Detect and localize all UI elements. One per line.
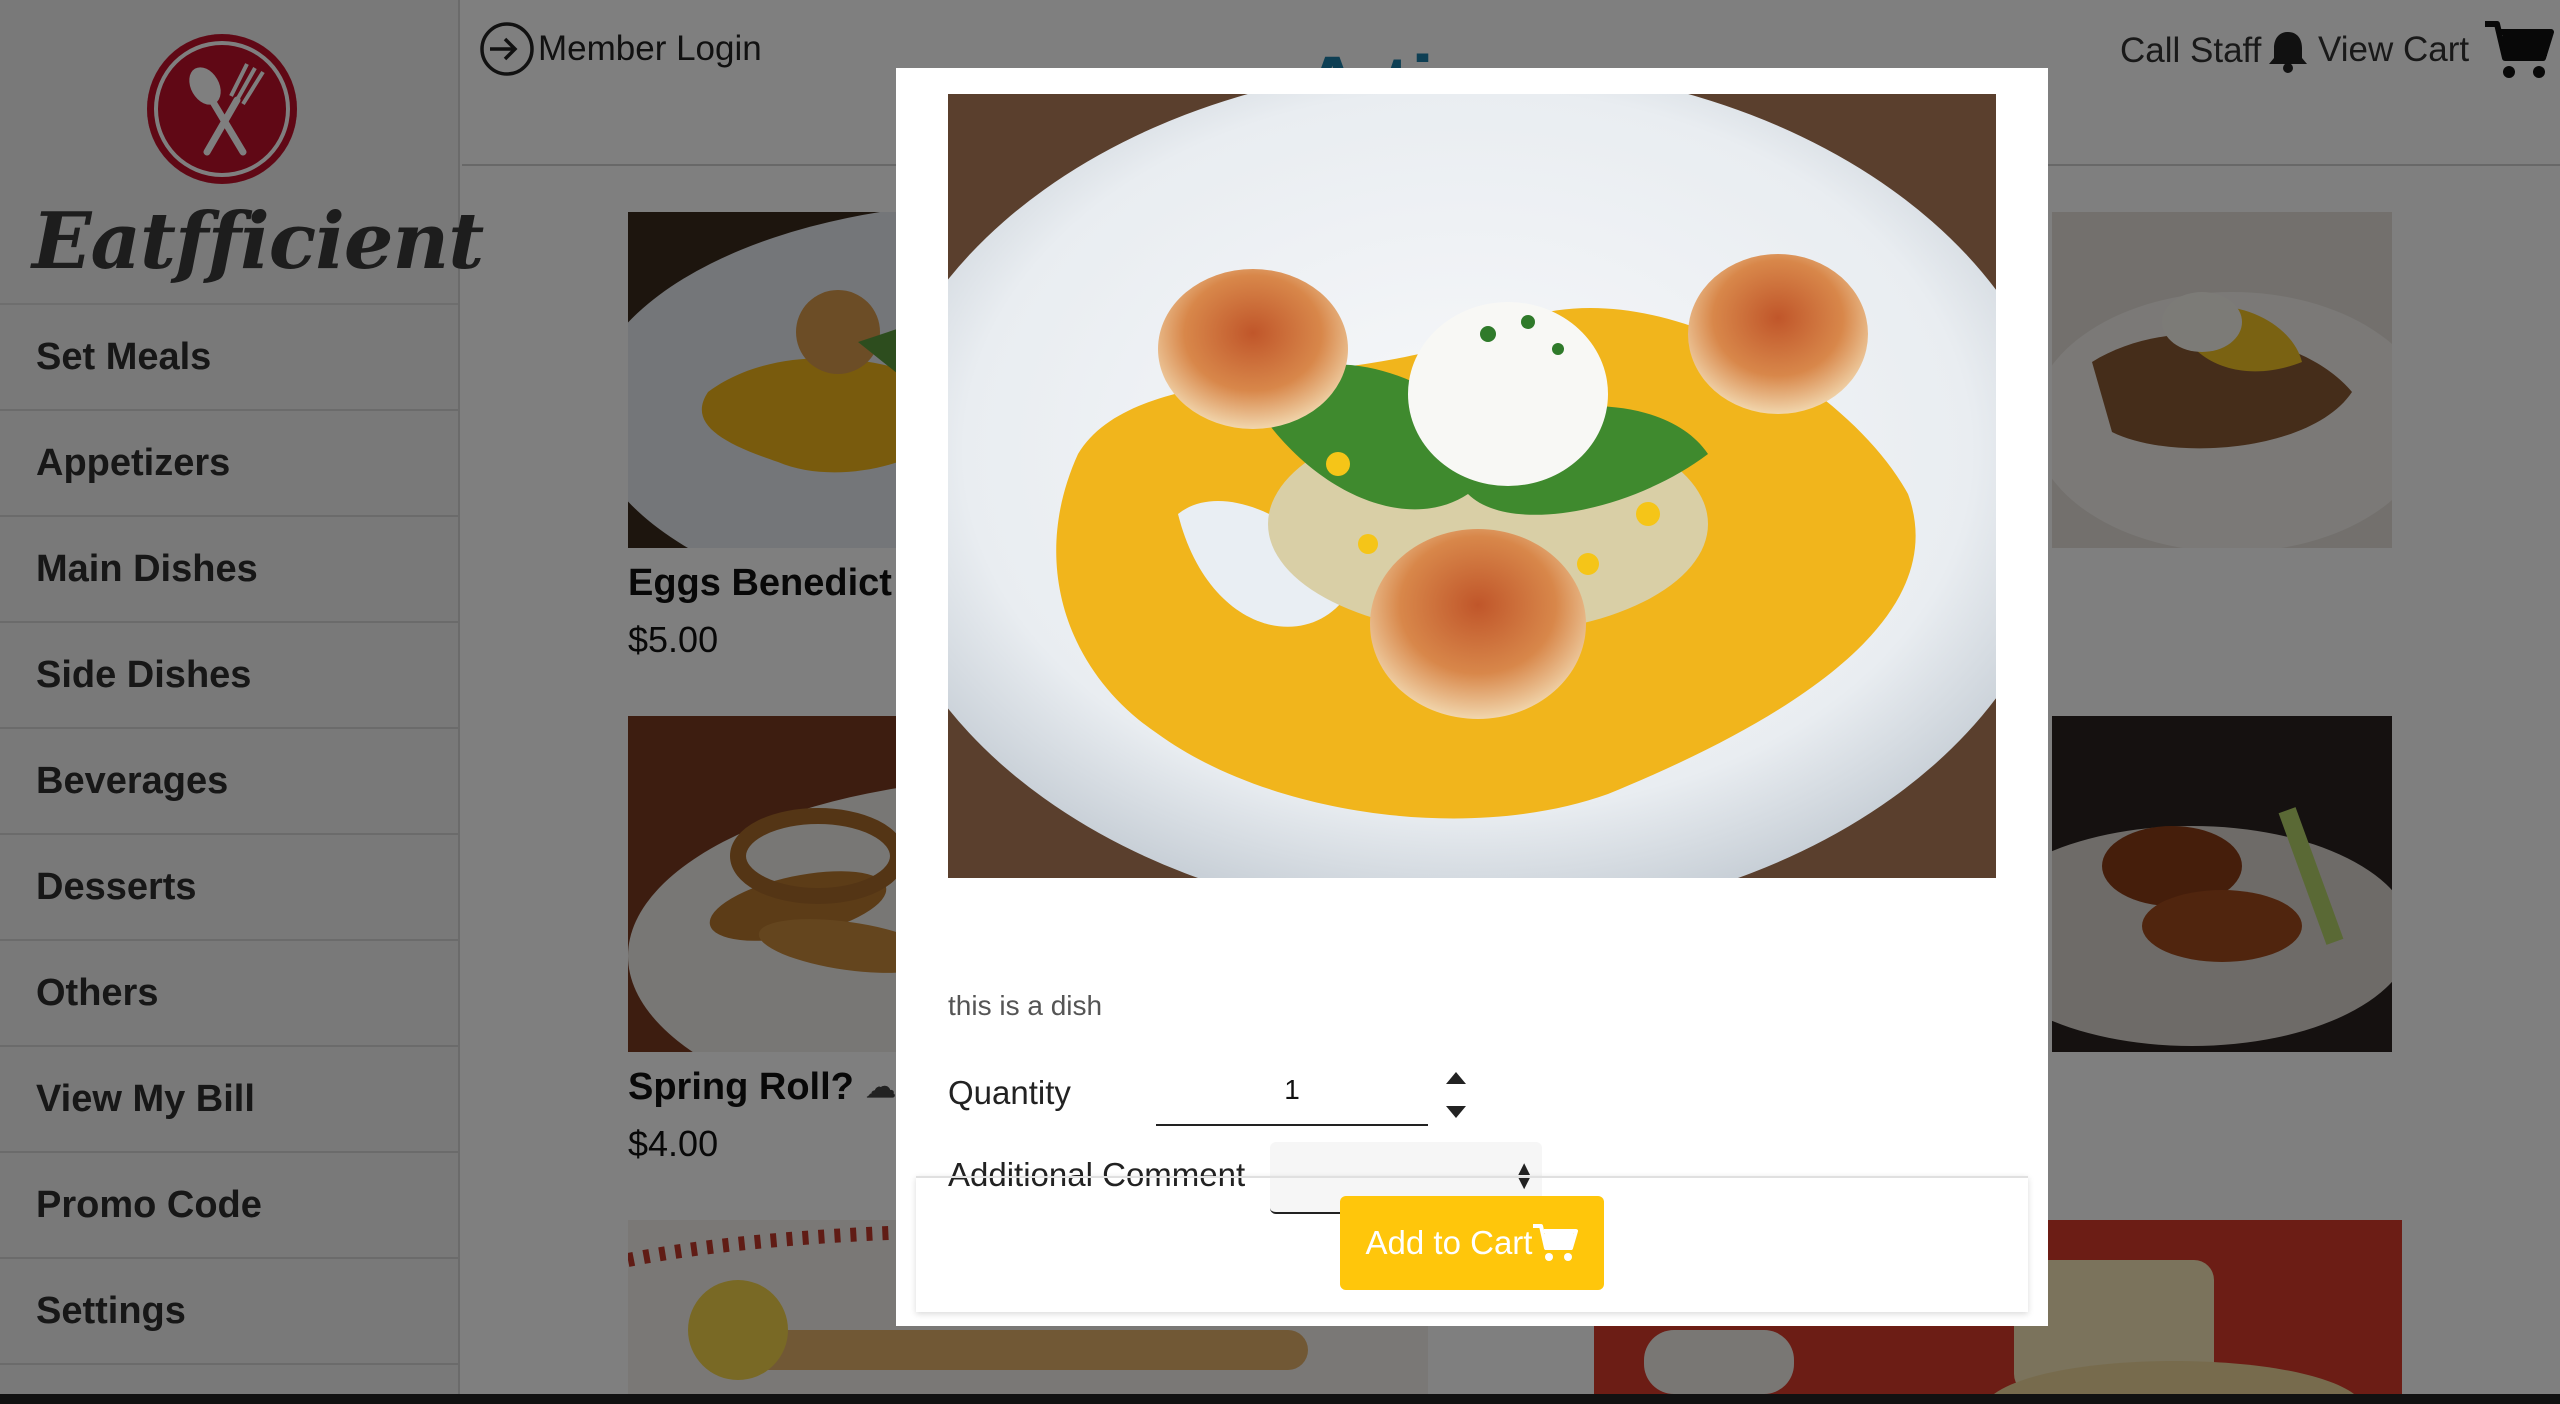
add-to-cart-label: Add to Cart — [1365, 1224, 1533, 1261]
modal-dish-image — [948, 94, 1996, 878]
quantity-stepper[interactable] — [1444, 1068, 1468, 1124]
window-bottom-edge — [0, 1394, 2560, 1404]
add-to-cart-button[interactable]: Add to Cart — [1340, 1196, 1604, 1290]
dish-detail-modal: this is a dish Quantity Additional Comme… — [896, 68, 2048, 1326]
quantity-label: Quantity — [948, 1074, 1071, 1111]
modal-footer: Add to Cart — [916, 1176, 2028, 1312]
cart-icon — [1533, 1224, 1579, 1261]
quantity-input[interactable] — [1156, 1056, 1428, 1126]
dish-description: this is a dish — [948, 990, 1103, 1021]
